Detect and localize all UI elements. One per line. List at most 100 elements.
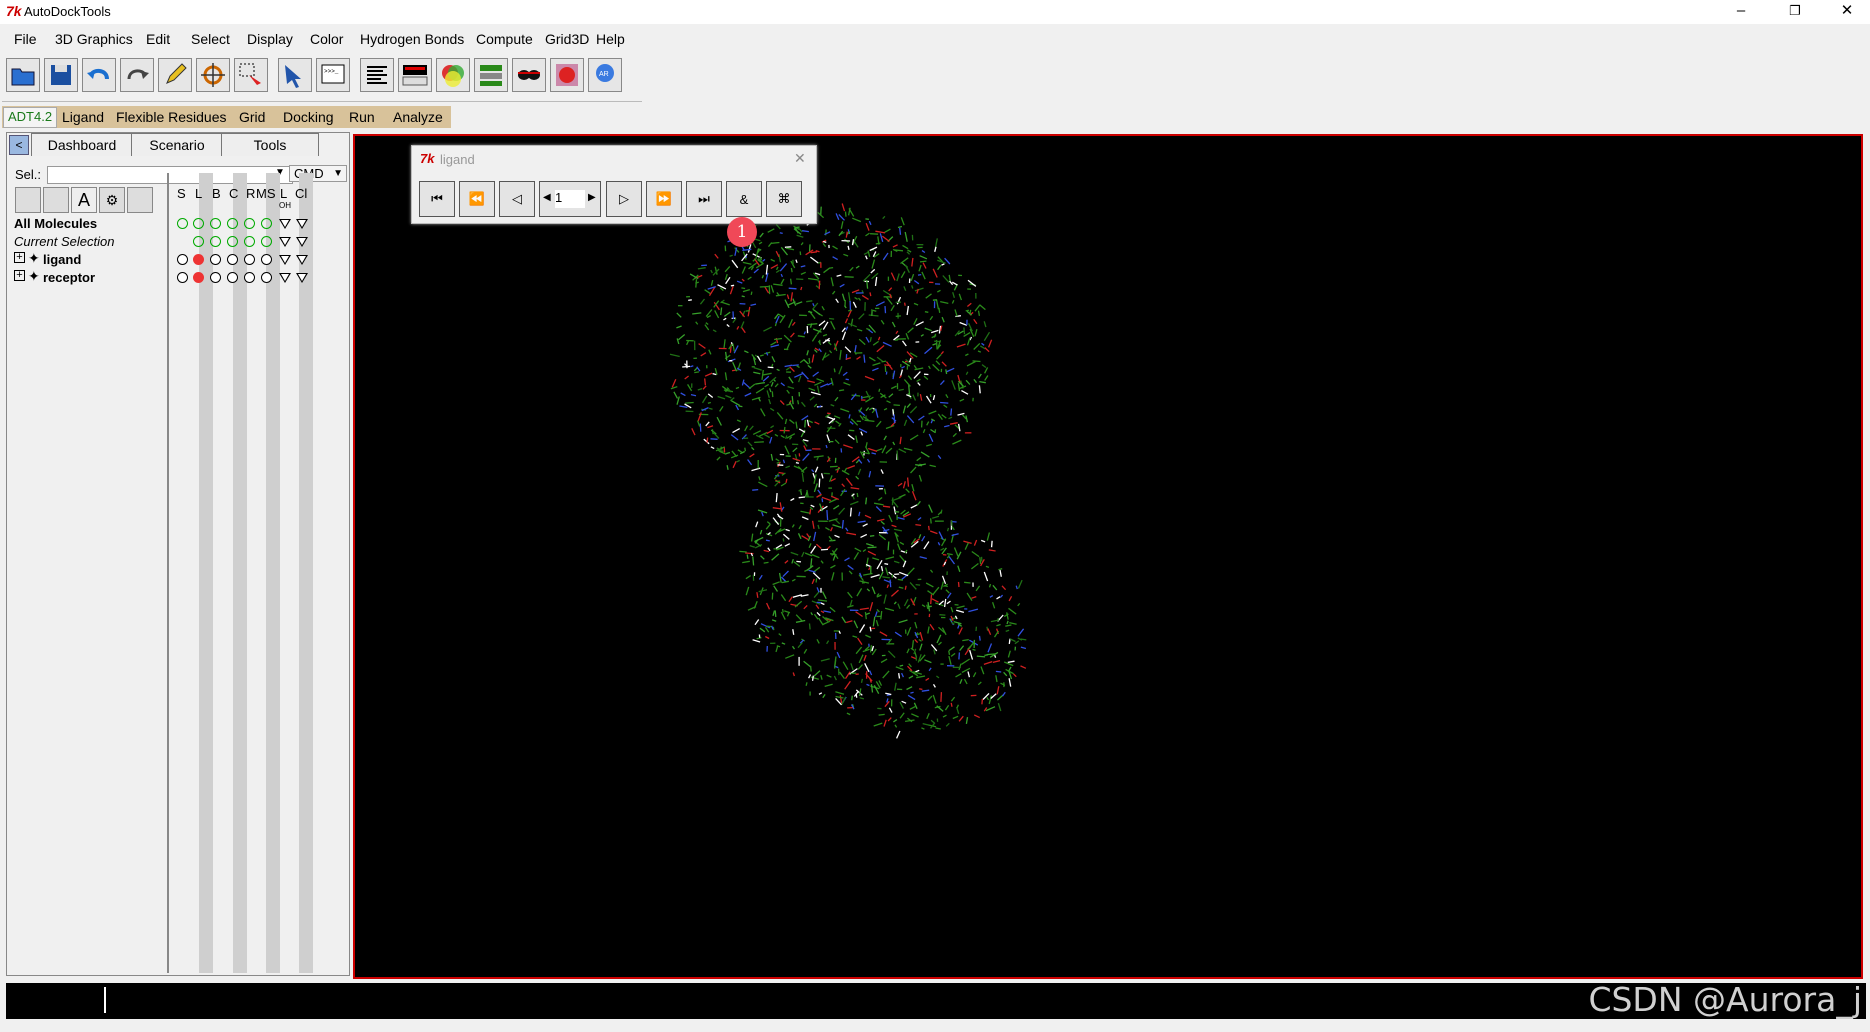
last-frame-button[interactable]: ⏭ (686, 181, 722, 217)
toggle-row0-col0[interactable] (177, 218, 188, 229)
select-tool-icon[interactable] (15, 187, 41, 213)
player-close-icon[interactable]: ✕ (794, 150, 806, 167)
adt-grid[interactable]: Grid (239, 109, 265, 125)
adt-docking[interactable]: Docking (283, 109, 334, 125)
molecule-list-icon[interactable] (474, 58, 508, 92)
toggle-row2-col1[interactable] (193, 254, 204, 265)
toggle-row2-col5[interactable] (261, 254, 272, 265)
fast-back-button[interactable]: ⏪ (459, 181, 495, 217)
toggle-row1-col1[interactable] (193, 236, 204, 247)
pointer-hand-icon[interactable] (278, 58, 312, 92)
col-header-c[interactable]: C (229, 186, 238, 201)
tab-scenario[interactable]: Scenario (131, 133, 223, 156)
dropdown-triangle-icon[interactable] (296, 273, 308, 283)
adt-flexible-residues[interactable]: Flexible Residues (116, 109, 227, 125)
col-header-s[interactable]: S (177, 186, 186, 201)
menu-display[interactable]: Display (247, 31, 293, 47)
python-shell-icon[interactable]: >>>_ (316, 58, 350, 92)
col-header-l2[interactable]: L (280, 186, 287, 201)
select-box-icon[interactable] (234, 58, 268, 92)
toggle-row2-col2[interactable] (210, 254, 221, 265)
frame-prev-icon[interactable]: ◀ (543, 192, 551, 203)
frame-input[interactable]: 1 (555, 190, 585, 208)
toggle-row2-col0[interactable] (177, 254, 188, 265)
col-header-b[interactable]: B (212, 186, 221, 201)
col-header-r[interactable]: R (246, 186, 255, 201)
player-settings-button[interactable]: ⌘ (766, 181, 802, 217)
gear-tool-icon[interactable]: ⚙ (99, 187, 125, 213)
tree-current-selection[interactable]: Current Selection (14, 234, 114, 249)
menu-select[interactable]: Select (191, 31, 230, 47)
menu-file[interactable]: File (14, 31, 37, 47)
selection-entry[interactable] (47, 166, 293, 184)
progress-slider-handle[interactable] (104, 987, 106, 1013)
dropdown-triangle-icon[interactable] (279, 273, 291, 283)
toggle-row1-col4[interactable] (244, 236, 255, 247)
undo-icon[interactable] (82, 58, 116, 92)
toggle-row0-col2[interactable] (210, 218, 221, 229)
menu-help[interactable]: Help (596, 31, 625, 47)
stereo-glasses-icon[interactable] (512, 58, 546, 92)
info-ar-icon[interactable]: AR (588, 58, 622, 92)
play-backward-button[interactable]: ◁ (499, 181, 535, 217)
expand-receptor-icon[interactable]: + (14, 270, 25, 281)
display-panel-icon[interactable] (398, 58, 432, 92)
toggle-row1-col2[interactable] (210, 236, 221, 247)
tab-tools[interactable]: Tools (221, 133, 319, 156)
toggle-row1-col3[interactable] (227, 236, 238, 247)
menu-grid3d[interactable]: Grid3D (545, 31, 589, 47)
toggle-row0-col1[interactable] (193, 218, 204, 229)
toggle-row3-col5[interactable] (261, 272, 272, 283)
align-lines-icon[interactable] (360, 58, 394, 92)
dropdown-triangle-icon[interactable] (279, 219, 291, 229)
dropdown-triangle-icon[interactable] (279, 255, 291, 265)
first-frame-button[interactable]: ⏮ (419, 181, 455, 217)
toggle-row3-col4[interactable] (244, 272, 255, 283)
play-forward-button[interactable]: ▷ (606, 181, 642, 217)
dropdown-triangle-icon[interactable] (296, 255, 308, 265)
adt-analyze[interactable]: Analyze (393, 109, 443, 125)
dropdown-triangle-icon[interactable] (296, 219, 308, 229)
toggle-row3-col0[interactable] (177, 272, 188, 283)
maximize-button[interactable]: ❐ (1772, 0, 1818, 24)
pencil-icon[interactable] (158, 58, 192, 92)
3d-viewer-canvas[interactable] (353, 134, 1863, 979)
menu-compute[interactable]: Compute (476, 31, 533, 47)
collapse-arrow-icon[interactable]: < (9, 135, 29, 155)
toggle-row0-col4[interactable] (244, 218, 255, 229)
frame-next-icon[interactable]: ▶ (588, 192, 596, 203)
fast-forward-button[interactable]: ⏩ (646, 181, 682, 217)
redo-icon[interactable] (120, 58, 154, 92)
ruler-tool-icon[interactable] (127, 187, 153, 213)
col-header-ms[interactable]: MS (256, 186, 276, 201)
toggle-row3-col1[interactable] (193, 272, 204, 283)
pencil-tool-icon[interactable] (43, 187, 69, 213)
col-header-l[interactable]: L (195, 186, 202, 201)
dropdown-triangle-icon[interactable] (296, 237, 308, 247)
expand-ligand-icon[interactable]: + (14, 252, 25, 263)
toggle-row1-col5[interactable] (261, 236, 272, 247)
label-tool-icon[interactable]: A (71, 187, 97, 213)
play-mode-button[interactable]: & (726, 181, 762, 217)
close-button[interactable]: ✕ (1824, 0, 1870, 24)
menu-edit[interactable]: Edit (146, 31, 170, 47)
cmd-dropdown[interactable]: CMD▼ (289, 165, 347, 182)
adt-version-tab[interactable]: ADT4.2 (3, 107, 58, 128)
crosshair-icon[interactable] (196, 58, 230, 92)
toggle-row3-col2[interactable] (210, 272, 221, 283)
save-disk-icon[interactable] (44, 58, 78, 92)
adt-run[interactable]: Run (349, 109, 375, 125)
toggle-row0-col3[interactable] (227, 218, 238, 229)
minimize-button[interactable]: – (1718, 0, 1764, 24)
menu-3d-graphics[interactable]: 3D Graphics (55, 31, 133, 47)
tree-receptor[interactable]: receptor (43, 270, 95, 285)
menu-color[interactable]: Color (310, 31, 343, 47)
tab-dashboard[interactable]: Dashboard (31, 133, 133, 156)
dropdown-triangle-icon[interactable] (279, 237, 291, 247)
menu-hydrogen-bonds[interactable]: Hydrogen Bonds (360, 31, 464, 47)
col-header-cl[interactable]: Cl (295, 186, 307, 201)
tree-all-molecules[interactable]: All Molecules (14, 216, 97, 231)
adt-ligand[interactable]: Ligand (62, 109, 104, 125)
surface-render-icon[interactable] (550, 58, 584, 92)
open-folder-icon[interactable] (6, 58, 40, 92)
